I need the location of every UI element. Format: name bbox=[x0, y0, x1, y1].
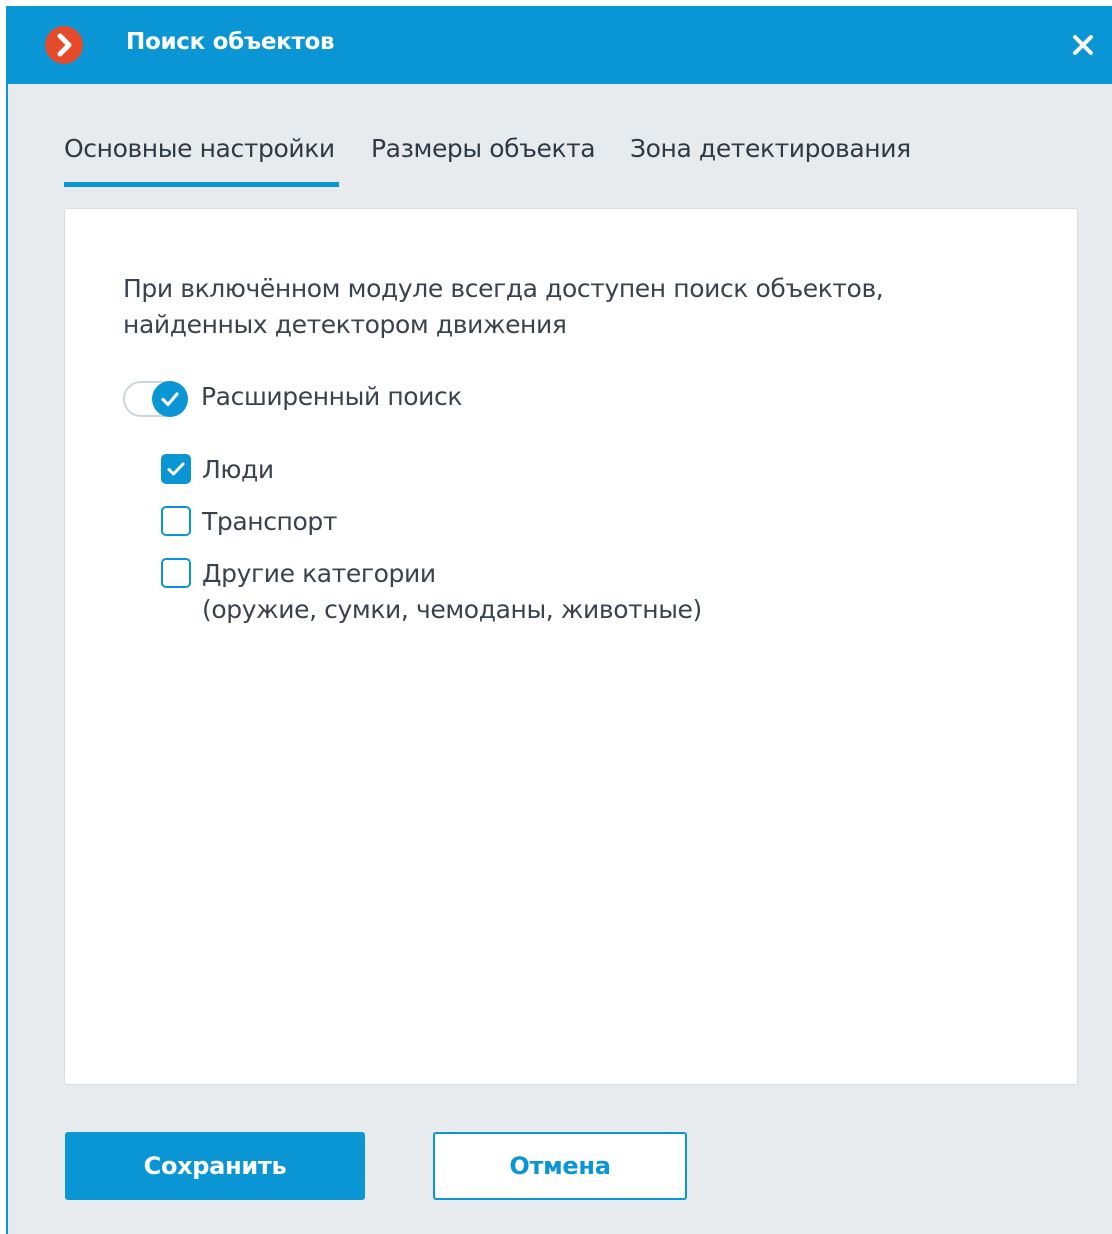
dialog-title: Поиск объектов bbox=[126, 29, 335, 55]
category-people-label: Люди bbox=[202, 455, 274, 484]
settings-panel: При включённом модуле всегда доступен по… bbox=[64, 208, 1078, 1085]
checkbox-unchecked bbox=[161, 506, 191, 536]
check-icon bbox=[167, 462, 185, 476]
tab-object-size[interactable]: Размеры объекта bbox=[371, 134, 596, 163]
close-icon bbox=[1073, 35, 1093, 55]
toggle-knob bbox=[152, 381, 188, 417]
check-icon bbox=[161, 392, 179, 407]
tab-general-settings[interactable]: Основные настройки bbox=[64, 134, 335, 163]
category-transport-label: Транспорт bbox=[202, 507, 338, 536]
advanced-search-toggle[interactable] bbox=[123, 379, 188, 419]
category-other-sublabel: (оружие, сумки, чемоданы, животные) bbox=[202, 595, 702, 624]
category-other-title: Другие категории bbox=[202, 559, 436, 588]
checkbox-checked bbox=[161, 454, 191, 484]
chevron-right-icon bbox=[45, 26, 83, 64]
title-bar: Поиск объектов bbox=[8, 6, 1112, 84]
advanced-search-label: Расширенный поиск bbox=[201, 382, 463, 411]
info-text: При включённом модуле всегда доступен по… bbox=[123, 271, 983, 343]
info-line-2: найденных детектором движения bbox=[123, 310, 567, 339]
category-other-label: Другие категории (оружие, сумки, чемодан… bbox=[202, 556, 702, 628]
save-button[interactable]: Сохранить bbox=[65, 1132, 365, 1200]
active-tab-indicator bbox=[64, 182, 339, 187]
close-button[interactable] bbox=[1066, 28, 1100, 62]
checkbox-unchecked bbox=[161, 558, 191, 588]
info-line-1: При включённом модуле всегда доступен по… bbox=[123, 274, 884, 303]
tab-detection-zone[interactable]: Зона детектирования bbox=[630, 134, 911, 163]
dialog-window: Поиск объектов Основные настройки Размер… bbox=[6, 6, 1112, 1234]
cancel-button[interactable]: Отмена bbox=[433, 1132, 687, 1200]
